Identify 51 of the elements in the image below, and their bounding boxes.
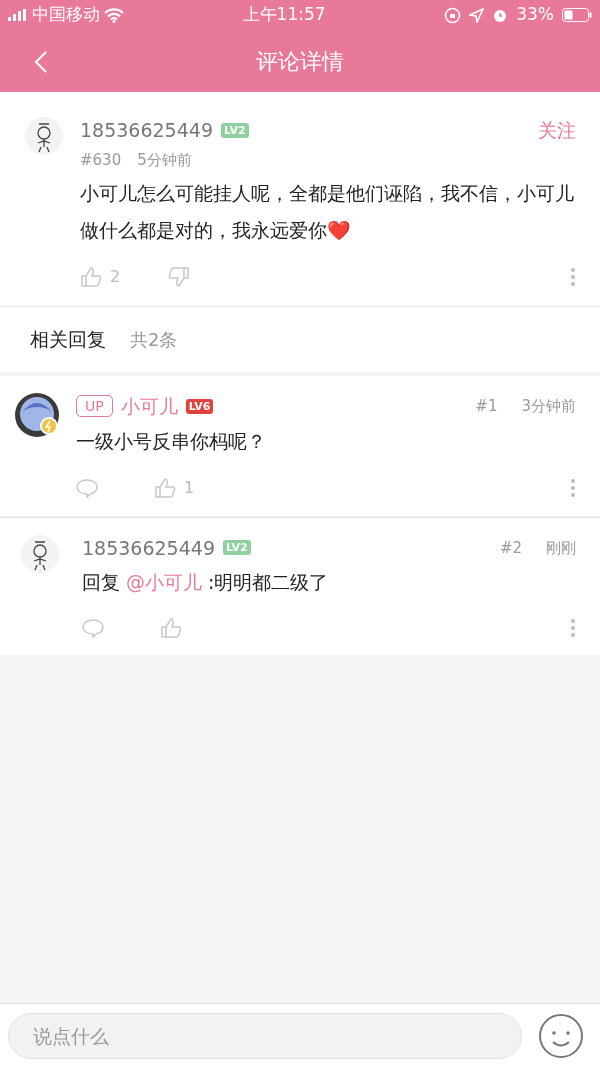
alarm-icon [492,7,509,23]
signal-icon [8,9,28,21]
comment-icon[interactable] [76,477,98,498]
avatar-doodle-icon [24,116,64,156]
like-count: 1 [184,476,195,499]
comment-input[interactable]: 说点什么 [8,1012,522,1059]
carrier-name: 中国移动 [32,3,100,27]
comment-icon[interactable] [82,618,104,638]
like-icon[interactable] [160,617,182,639]
user-name[interactable]: 18536625449 [82,533,215,562]
level-badge: LV6 [185,398,214,414]
smiley-icon [538,1012,584,1059]
reply-count: 共2条 [130,328,178,352]
like-icon[interactable] [154,476,176,499]
more-button[interactable] [570,618,576,638]
section-title: 相关回复 [30,327,106,353]
page-title: 评论详情 [256,47,344,76]
avatar-icon [14,392,60,438]
battery-icon [562,8,592,22]
dislike-icon[interactable] [168,266,191,288]
more-icon [570,477,576,498]
battery-percent: 33% [516,3,554,27]
more-icon [570,267,576,287]
reply-text: 一级小号反串你杩呢？ [76,428,267,454]
emoji-button[interactable] [538,1012,584,1059]
location-arrow-icon [469,7,485,23]
level-badge: LV2 [221,122,249,138]
more-button[interactable] [570,477,576,498]
post-time: 5分钟前 [137,149,192,171]
comment-text: 小可儿怎么可能挂人呢，全都是他们诬陷，我不信，小可儿做什么都是对的，我永远爱你❤ [80,181,575,243]
more-icon [570,618,576,638]
mention-link[interactable]: @小可儿 [126,571,203,593]
wifi-icon [104,7,124,23]
status-time: 上午11:57 [242,3,326,27]
post-time: 刚刚 [546,537,576,559]
floor-number: #2 [499,537,522,559]
like-count: 2 [110,266,121,288]
avatar-doodle-icon [20,533,60,574]
reply-text: 回复 @小可儿 :明明都二级了 [82,570,330,595]
floor-number: #630 [80,149,122,171]
more-button[interactable] [570,267,576,287]
post-time: 3分钟前 [521,396,576,417]
level-badge: LV2 [223,540,251,556]
up-badge: UP [76,395,113,418]
user-name[interactable]: 18536625449 [80,116,213,145]
like-icon[interactable] [80,266,102,288]
user-name[interactable]: 小可儿 [120,392,178,421]
back-icon [34,50,48,74]
follow-button[interactable]: 关注 [538,116,576,145]
rotation-lock-icon [444,6,462,24]
floor-number: #1 [475,396,498,417]
